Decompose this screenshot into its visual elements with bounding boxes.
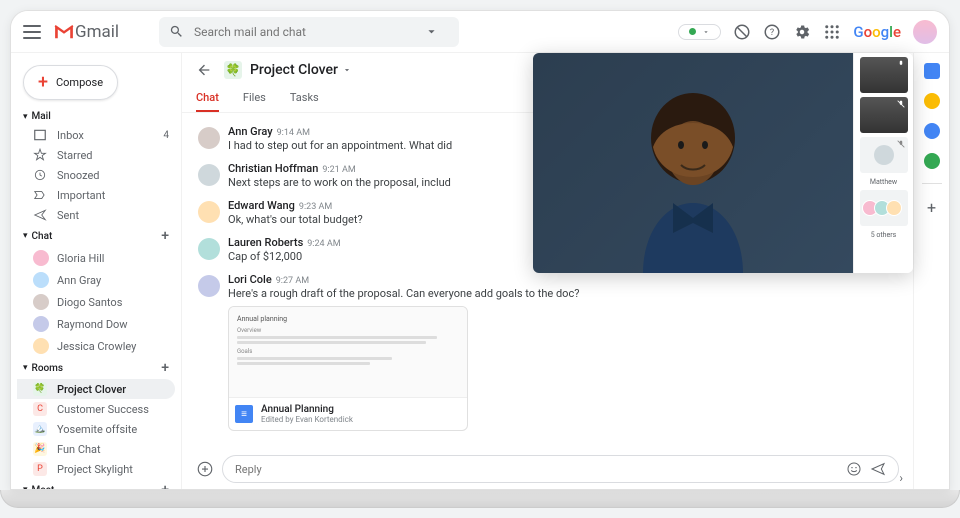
chat-contact[interactable]: Jessica Crowley [17, 335, 175, 357]
room-yosemite[interactable]: 🏔️Yosemite offsite [17, 419, 175, 439]
add-meet-icon[interactable]: + [161, 482, 169, 489]
chat-contact[interactable]: Gloria Hill [17, 247, 175, 269]
doc-preview: Annual planning Overview Goals [229, 307, 467, 397]
search-input[interactable] [194, 25, 424, 39]
video-thumb[interactable] [860, 137, 908, 173]
video-others[interactable] [860, 190, 908, 226]
add-addon-icon[interactable]: + [927, 198, 936, 217]
gmail-m-icon [53, 24, 75, 40]
add-chat-icon[interactable]: + [161, 228, 169, 244]
main-content: 🍀 Project Clover Chat Files Tasks Ann Gr… [181, 53, 913, 489]
account-avatar[interactable] [913, 20, 937, 44]
svg-text:?: ? [770, 28, 774, 38]
emoji-icon[interactable] [846, 461, 862, 477]
video-call-overlay[interactable]: Matthew 5 others [533, 53, 913, 273]
top-bar: Gmail ? Google [11, 11, 949, 53]
back-arrow-icon[interactable] [196, 62, 212, 78]
person-silhouette [603, 83, 783, 273]
chat-message: Lori Cole9:27 AMHere's a rough draft of … [198, 273, 897, 431]
search-icon [169, 24, 184, 39]
search-bar[interactable] [159, 17, 459, 47]
add-room-icon[interactable]: + [161, 360, 169, 376]
calendar-icon[interactable] [924, 63, 940, 79]
chat-contact[interactable]: Ann Gray [17, 269, 175, 291]
contacts-icon[interactable] [924, 153, 940, 169]
gear-icon[interactable] [793, 23, 811, 41]
right-side-panel: + [913, 53, 949, 489]
reply-bar [182, 449, 913, 489]
apps-icon[interactable] [823, 23, 841, 41]
nav-important[interactable]: Important [17, 185, 175, 205]
clover-icon: 🍀 [224, 61, 242, 79]
tasks-icon[interactable] [924, 123, 940, 139]
chevron-down-icon [702, 28, 710, 36]
video-main-speaker [533, 53, 853, 273]
chat-contact[interactable]: Diogo Santos [17, 291, 175, 313]
gmail-label: Gmail [75, 22, 119, 42]
section-meet[interactable]: ▾Meet+ [17, 479, 175, 489]
reply-input-container[interactable] [222, 455, 899, 483]
room-title: Project Clover [250, 62, 338, 78]
keep-icon[interactable] [924, 93, 940, 109]
chevron-down-icon[interactable] [342, 65, 352, 75]
offline-icon[interactable] [733, 23, 751, 41]
tab-chat[interactable]: Chat [196, 87, 219, 112]
nav-inbox[interactable]: Inbox4 [17, 125, 175, 145]
docs-icon: ≡ [235, 405, 253, 423]
chat-contact[interactable]: Raymond Dow [17, 313, 175, 335]
help-icon[interactable]: ? [763, 23, 781, 41]
menu-icon[interactable] [23, 23, 41, 41]
compose-button[interactable]: + Compose [23, 65, 118, 100]
doc-attachment[interactable]: Annual planning Overview Goals ≡ Annual … [228, 306, 468, 431]
room-customer-success[interactable]: CCustomer Success [17, 399, 175, 419]
sidebar: + Compose ▾Mail Inbox4 Starred Snoozed I… [11, 53, 181, 489]
compose-label: Compose [56, 76, 103, 89]
video-participants: Matthew 5 others [853, 53, 913, 273]
video-thumb[interactable] [860, 57, 908, 93]
tab-tasks[interactable]: Tasks [290, 87, 319, 112]
room-skylight[interactable]: PProject Skylight [17, 459, 175, 479]
section-rooms[interactable]: ▾Rooms+ [17, 357, 175, 379]
section-chat[interactable]: ▾Chat+ [17, 225, 175, 247]
chevron-down-icon[interactable] [424, 24, 439, 39]
section-mail[interactable]: ▾Mail [17, 108, 175, 125]
top-right-controls: ? Google [678, 20, 937, 44]
nav-sent[interactable]: Sent [17, 205, 175, 225]
gmail-logo[interactable]: Gmail [53, 22, 119, 42]
room-fun-chat[interactable]: 🎉Fun Chat [17, 439, 175, 459]
video-thumb[interactable] [860, 97, 908, 133]
add-icon[interactable] [196, 460, 214, 478]
send-icon[interactable] [870, 461, 886, 477]
nav-starred[interactable]: Starred [17, 145, 175, 165]
google-logo[interactable]: Google [853, 23, 901, 41]
tab-files[interactable]: Files [243, 87, 266, 112]
status-pill[interactable] [678, 24, 721, 40]
reply-input[interactable] [235, 463, 846, 476]
chevron-right-icon[interactable]: › [899, 471, 903, 485]
room-project-clover[interactable]: 🍀Project Clover [17, 379, 175, 399]
nav-snoozed[interactable]: Snoozed [17, 165, 175, 185]
